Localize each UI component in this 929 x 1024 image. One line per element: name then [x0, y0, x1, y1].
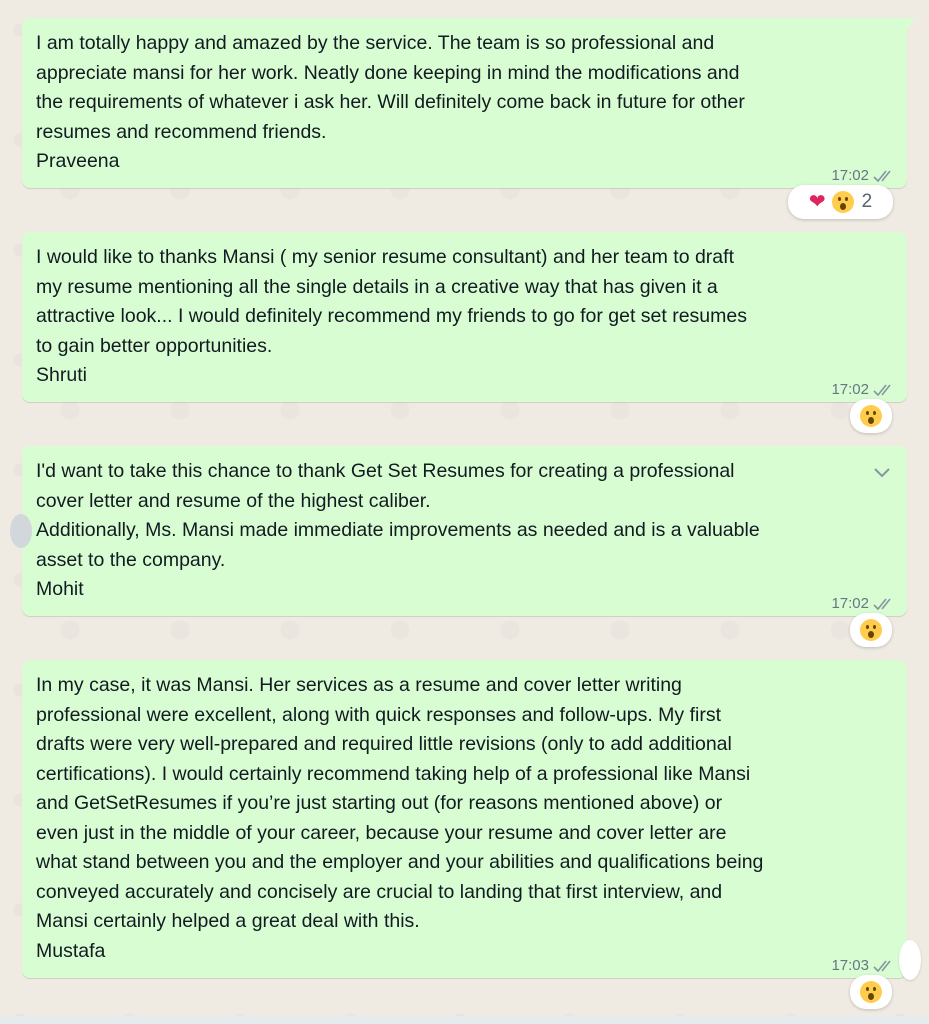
wow-face-icon — [860, 981, 882, 1003]
reactions-pill[interactable]: ❤ 2 — [788, 185, 893, 219]
heart-icon: ❤ — [808, 191, 826, 213]
message-text: I would like to thanks Mansi ( my senior… — [36, 246, 747, 386]
wow-face-icon — [860, 619, 882, 641]
scroll-handle[interactable] — [899, 940, 921, 980]
message-meta: 17:03 — [831, 957, 895, 974]
wow-face-icon — [831, 191, 854, 213]
double-check-icon — [873, 598, 891, 610]
message-bubble[interactable]: I would like to thanks Mansi ( my senior… — [22, 232, 907, 402]
reactions-pill[interactable] — [850, 613, 892, 647]
message-meta: 17:02 — [831, 595, 895, 612]
reactions-pill[interactable] — [850, 399, 892, 433]
message-meta: 17:02 — [831, 167, 895, 184]
message-meta: 17:02 — [831, 381, 895, 398]
message-text: I am totally happy and amazed by the ser… — [36, 32, 745, 172]
wow-face-icon — [860, 405, 882, 427]
message-bubble[interactable]: I'd want to take this chance to thank Ge… — [10, 446, 907, 616]
double-check-icon — [873, 384, 891, 396]
message-bubble[interactable]: I am totally happy and amazed by the ser… — [22, 18, 915, 188]
bubble-tail — [907, 18, 915, 30]
message-text: I'd want to take this chance to thank Ge… — [36, 460, 760, 600]
reactions-pill[interactable] — [850, 975, 892, 1009]
text-fade — [833, 458, 863, 486]
message-time: 17:02 — [831, 595, 869, 612]
double-check-icon — [873, 170, 891, 182]
footer-bar — [0, 1016, 929, 1024]
reply-handle[interactable] — [10, 514, 32, 548]
message-time: 17:03 — [831, 957, 869, 974]
reaction-count: 2 — [861, 191, 873, 212]
message-time: 17:02 — [831, 381, 869, 398]
message-text: In my case, it was Mansi. Her services a… — [36, 674, 764, 962]
chevron-down-icon[interactable] — [869, 459, 895, 485]
message-bubble[interactable]: In my case, it was Mansi. Her services a… — [22, 660, 921, 980]
message-time: 17:02 — [831, 167, 869, 184]
double-check-icon — [873, 960, 891, 972]
